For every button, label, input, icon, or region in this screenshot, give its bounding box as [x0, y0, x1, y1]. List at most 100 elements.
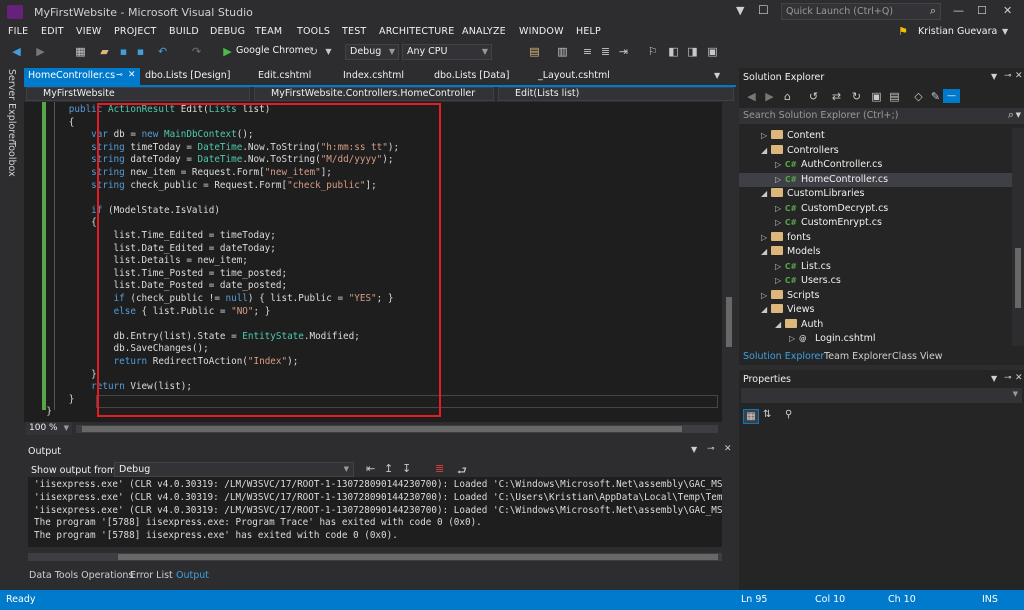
tree-item[interactable]: ▷ fonts [739, 231, 1012, 245]
menu-debug[interactable]: DEBUG [210, 26, 245, 37]
configuration-dropdown[interactable]: Debug ▼ [345, 44, 399, 60]
tab-team-explorer[interactable]: Team Explorer [824, 351, 892, 362]
collapsed-arrow-icon[interactable]: ▷ [761, 231, 771, 245]
class-dropdown[interactable]: MyFirstWebsite.Controllers.HomeControlle… [254, 87, 494, 101]
preview-toggle-icon[interactable]: — [943, 89, 960, 103]
tab-homecontroller-active[interactable]: HomeController.cs ⊸ ✕ [24, 68, 140, 85]
notification-icon[interactable]: ⚑ [898, 25, 908, 38]
collapsed-arrow-icon[interactable]: ▷ [775, 260, 785, 274]
hscroll-thumb[interactable] [82, 426, 682, 432]
collapsed-arrow-icon[interactable]: ▷ [775, 173, 785, 187]
tree-item[interactable]: ◢ CustomLibraries [739, 187, 1012, 201]
scroll-thumb[interactable] [726, 297, 732, 347]
tree-item[interactable]: ▷ C# List.cs [739, 260, 1012, 274]
collapsed-arrow-icon[interactable]: ▷ [761, 289, 771, 303]
toolbar-icon[interactable]: ▥ [556, 45, 569, 58]
output-hscrollbar[interactable] [28, 553, 722, 561]
output-text[interactable]: 'iisexpress.exe' (CLR v4.0.30319: /LM/W3… [28, 477, 722, 547]
prev-message-icon[interactable]: ↥ [384, 462, 393, 475]
tree-item[interactable]: ◢ Controllers [739, 144, 1012, 158]
show-all-files-icon[interactable]: ▤ [888, 90, 901, 103]
find-in-files-icon[interactable]: ▤ [528, 45, 541, 58]
start-debug-icon[interactable]: ▶ [221, 45, 234, 58]
tab-output[interactable]: Output [176, 570, 209, 581]
collapsed-arrow-icon[interactable]: ▷ [775, 202, 785, 216]
panel-options-icon[interactable]: ▼ [991, 374, 997, 383]
member-dropdown[interactable]: Edit(Lists list) [498, 87, 734, 101]
next-bookmark-icon[interactable]: ◨ [686, 45, 699, 58]
tab-class-view[interactable]: Class View [892, 351, 943, 362]
tab-lists-data[interactable]: dbo.Lists [Data] [434, 70, 509, 81]
filter-icon[interactable]: ▼ [736, 4, 744, 17]
save-icon[interactable]: ▪ [117, 45, 130, 58]
user-name[interactable]: Kristian Guevara [918, 26, 997, 37]
close-icon[interactable]: ✕ [1015, 71, 1023, 81]
tree-item[interactable]: ◢ Models [739, 245, 1012, 259]
categorized-icon[interactable]: ▦ [743, 409, 759, 424]
uncomment-icon[interactable]: ≣ [599, 45, 612, 58]
collapsed-arrow-icon[interactable]: ▷ [775, 158, 785, 172]
quick-launch-input[interactable]: Quick Launch (Ctrl+Q) ⌕ [781, 3, 941, 20]
comment-icon[interactable]: ≡ [581, 45, 594, 58]
undo-icon[interactable]: ↶ [156, 45, 169, 58]
project-dropdown[interactable]: MyFirstWebsite [26, 87, 250, 101]
expanded-arrow-icon[interactable]: ◢ [761, 303, 771, 317]
tree-item[interactable]: ▷ C# CustomDecrypt.cs [739, 202, 1012, 216]
collapse-all-icon[interactable]: ▣ [870, 90, 883, 103]
pin-icon[interactable]: ⊸ [1004, 373, 1012, 383]
close-icon[interactable]: ✕ [128, 70, 136, 80]
solution-search-input[interactable]: Search Solution Explorer (Ctrl+;) ⌕ ▼ [739, 108, 1024, 124]
tree-item[interactable]: ▷ @ Login.cshtml [739, 332, 1012, 346]
find-message-icon[interactable]: ⇤ [366, 462, 375, 475]
user-dropdown-icon[interactable]: ▼ [1002, 27, 1008, 36]
refresh-icon[interactable]: ↻ [307, 45, 320, 58]
tab-solution-explorer[interactable]: Solution Explorer [743, 351, 824, 362]
collapsed-arrow-icon[interactable]: ▷ [789, 332, 799, 346]
menu-view[interactable]: VIEW [76, 26, 102, 37]
output-scrollbar[interactable] [724, 477, 736, 547]
tree-scrollbar[interactable] [1012, 128, 1024, 346]
pin-icon[interactable]: ⊸ [1004, 71, 1012, 81]
menu-build[interactable]: BUILD [169, 26, 199, 37]
tree-item[interactable]: ▷ C# AuthController.cs [739, 158, 1012, 172]
output-hscroll-thumb[interactable] [118, 554, 718, 560]
maximize-button[interactable]: ☐ [977, 4, 987, 17]
menu-project[interactable]: PROJECT [114, 26, 156, 37]
tree-item[interactable]: ▷ C# HomeController.cs [739, 172, 1012, 187]
collapsed-arrow-icon[interactable]: ▷ [761, 129, 771, 143]
redo-icon[interactable]: ↷ [190, 45, 203, 58]
collapsed-arrow-icon[interactable]: ▷ [775, 274, 785, 288]
collapsed-arrow-icon[interactable]: ▷ [775, 216, 785, 230]
expanded-arrow-icon[interactable]: ◢ [761, 144, 771, 158]
open-file-icon[interactable]: ▰ [98, 45, 111, 58]
tree-item[interactable]: ▷ C# Users.cs [739, 274, 1012, 288]
menu-analyze[interactable]: ANALYZE [462, 26, 506, 37]
clear-all-icon[interactable]: ≣ [435, 462, 444, 475]
forward-icon[interactable]: ▶ [34, 45, 47, 58]
minimize-button[interactable]: — [953, 4, 964, 17]
close-button[interactable]: ✕ [1003, 4, 1012, 17]
panel-options-icon[interactable]: ▼ [691, 445, 697, 454]
back-icon[interactable]: ◀ [10, 45, 23, 58]
expanded-arrow-icon[interactable]: ◢ [761, 245, 771, 259]
tree-item[interactable]: ◢ Auth [739, 318, 1012, 332]
refresh-icon[interactable]: ↻ [850, 90, 863, 103]
properties-object-dropdown[interactable]: ▼ [741, 388, 1022, 403]
home-icon[interactable]: ⌂ [781, 90, 794, 103]
expanded-arrow-icon[interactable]: ◢ [761, 187, 771, 201]
view-code-icon[interactable]: ◇ [912, 90, 925, 103]
panel-options-icon[interactable]: ▼ [991, 72, 997, 81]
tab-overflow-icon[interactable]: ▼ [714, 71, 720, 80]
next-message-icon[interactable]: ↧ [402, 462, 411, 475]
alphabetical-icon[interactable]: ⇅ [763, 409, 771, 420]
sync-icon[interactable]: ⇄ [830, 90, 843, 103]
horizontal-scrollbar[interactable] [76, 425, 718, 433]
new-project-icon[interactable]: ▦ [74, 45, 87, 58]
browser-selector[interactable]: Google Chrome [236, 45, 310, 56]
output-source-dropdown[interactable]: Debug ▼ [114, 462, 354, 477]
close-icon[interactable]: ✕ [724, 444, 732, 454]
search-options-icon[interactable]: ▼ [1016, 111, 1021, 119]
feedback-icon[interactable]: ☐ [758, 3, 769, 17]
bookmark-icon[interactable]: ⚐ [646, 45, 659, 58]
dropdown-arrow-icon[interactable]: ▼ [322, 45, 335, 58]
